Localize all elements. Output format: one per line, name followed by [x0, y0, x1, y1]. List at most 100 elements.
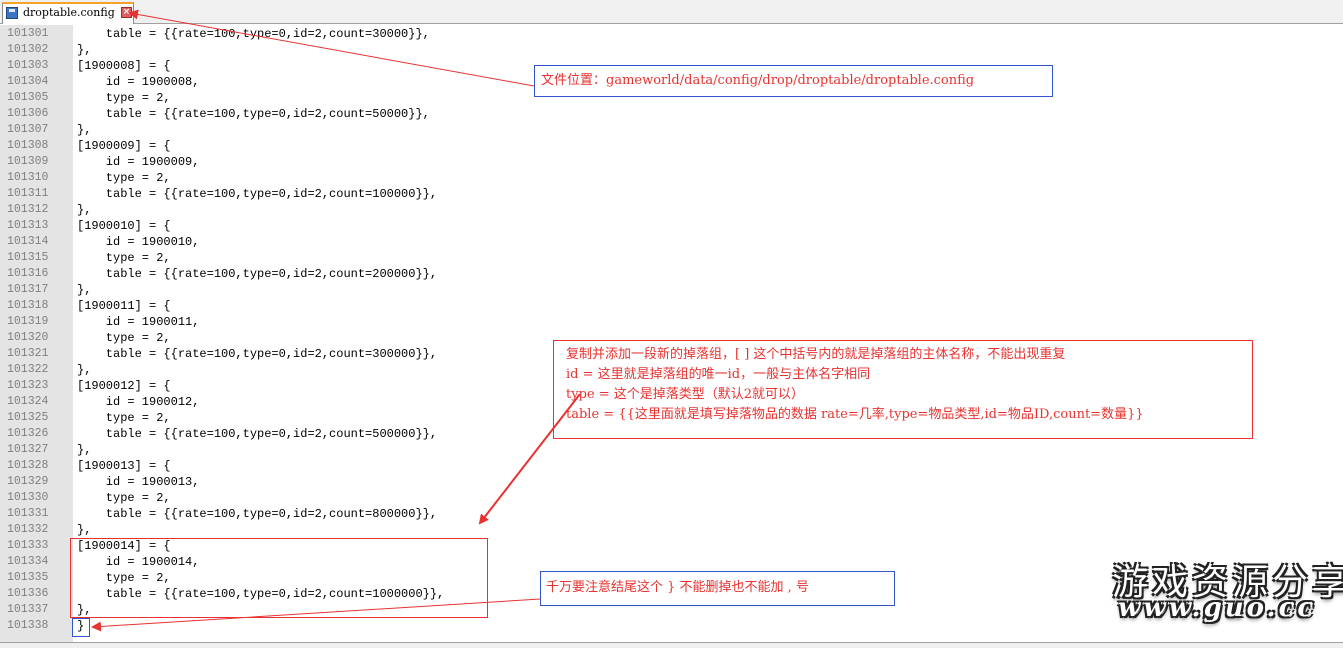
- code-text[interactable]: table = {{rate=100,type=0,id=2,count=500…: [77, 426, 437, 442]
- line-number: 101326: [7, 427, 49, 440]
- explain-line-4: table = {{这里面就是填写掉落物品的数据 rate=几率,type=物品…: [566, 407, 1144, 422]
- code-line[interactable]: 101330 type = 2,: [0, 490, 1343, 506]
- code-text[interactable]: type = 2,: [77, 250, 171, 266]
- code-text[interactable]: type = 2,: [77, 170, 171, 186]
- code-line[interactable]: 101327},: [0, 442, 1343, 458]
- line-number: 101310: [7, 171, 49, 184]
- file-location-callout: 文件位置：gameworld/data/config/drop/droptabl…: [534, 65, 1053, 97]
- line-number: 101320: [7, 331, 49, 344]
- closing-brace-highlight: [72, 618, 90, 637]
- code-line[interactable]: 101306 table = {{rate=100,type=0,id=2,co…: [0, 106, 1343, 122]
- line-number: 101329: [7, 475, 49, 488]
- code-text[interactable]: [1900010] = {: [77, 218, 171, 234]
- code-text[interactable]: type = 2,: [77, 330, 171, 346]
- code-line[interactable]: 101332},: [0, 522, 1343, 538]
- code-text[interactable]: table = {{rate=100,type=0,id=2,count=300…: [77, 26, 430, 42]
- code-text[interactable]: [1900011] = {: [77, 298, 171, 314]
- line-number: 101322: [7, 363, 49, 376]
- code-text[interactable]: [1900009] = {: [77, 138, 171, 154]
- code-line[interactable]: 101329 id = 1900013,: [0, 474, 1343, 490]
- line-number: 101317: [7, 283, 49, 296]
- code-text[interactable]: table = {{rate=100,type=0,id=2,count=800…: [77, 506, 437, 522]
- code-line[interactable]: 101314 id = 1900010,: [0, 234, 1343, 250]
- line-number: 101333: [7, 539, 49, 552]
- line-number: 101309: [7, 155, 49, 168]
- code-text[interactable]: id = 1900012,: [77, 394, 200, 410]
- code-text[interactable]: id = 1900013,: [77, 474, 200, 490]
- code-line[interactable]: 101301 table = {{rate=100,type=0,id=2,co…: [0, 26, 1343, 42]
- line-number: 101325: [7, 411, 49, 424]
- code-text[interactable]: },: [77, 442, 91, 458]
- code-line[interactable]: 101307},: [0, 122, 1343, 138]
- code-text[interactable]: type = 2,: [77, 490, 171, 506]
- status-bar: [0, 642, 1343, 648]
- line-number: 101305: [7, 91, 49, 104]
- line-number: 101312: [7, 203, 49, 216]
- code-line[interactable]: 101312},: [0, 202, 1343, 218]
- code-line[interactable]: 101310 type = 2,: [0, 170, 1343, 186]
- line-number: 101321: [7, 347, 49, 360]
- code-text[interactable]: },: [77, 202, 91, 218]
- code-text[interactable]: [1900008] = {: [77, 58, 171, 74]
- close-icon[interactable]: ×: [121, 7, 132, 18]
- code-line[interactable]: 101309 id = 1900009,: [0, 154, 1343, 170]
- line-number: 101331: [7, 507, 49, 520]
- code-text[interactable]: type = 2,: [77, 90, 171, 106]
- line-number: 101324: [7, 395, 49, 408]
- line-number: 101327: [7, 443, 49, 456]
- line-number: 101303: [7, 59, 49, 72]
- code-text[interactable]: table = {{rate=100,type=0,id=2,count=500…: [77, 106, 430, 122]
- code-text[interactable]: },: [77, 522, 91, 538]
- code-line[interactable]: 101313 [1900010] = {: [0, 218, 1343, 234]
- code-line[interactable]: 101311 table = {{rate=100,type=0,id=2,co…: [0, 186, 1343, 202]
- explain-line-1: 复制并添加一段新的掉落组，[ ] 这个中括号内的就是掉落组的主体名称，不能出现重…: [566, 347, 1066, 362]
- line-number: 101323: [7, 379, 49, 392]
- code-line[interactable]: 101318 [1900011] = {: [0, 298, 1343, 314]
- code-text[interactable]: },: [77, 122, 91, 138]
- watermark-url: www.guo.cc: [1118, 593, 1317, 623]
- code-line[interactable]: 101316 table = {{rate=100,type=0,id=2,co…: [0, 266, 1343, 282]
- line-number: 101306: [7, 107, 49, 120]
- line-number: 101314: [7, 235, 49, 248]
- code-text[interactable]: id = 1900008,: [77, 74, 200, 90]
- code-text[interactable]: table = {{rate=100,type=0,id=2,count=300…: [77, 346, 437, 362]
- code-line[interactable]: 101315 type = 2,: [0, 250, 1343, 266]
- code-text[interactable]: },: [77, 42, 91, 58]
- code-text[interactable]: [1900012] = {: [77, 378, 171, 394]
- line-number: 101302: [7, 43, 49, 56]
- code-line[interactable]: 101308 [1900009] = {: [0, 138, 1343, 154]
- code-text[interactable]: table = {{rate=100,type=0,id=2,count=200…: [77, 266, 437, 282]
- explain-line-2: id = 这里就是掉落组的唯一id，一般与主体名字相同: [566, 367, 871, 382]
- code-line[interactable]: 101328 [1900013] = {: [0, 458, 1343, 474]
- save-icon: [6, 7, 18, 19]
- code-text[interactable]: id = 1900010,: [77, 234, 200, 250]
- file-tab[interactable]: droptable.config ×: [2, 2, 134, 24]
- line-number: 101315: [7, 251, 49, 264]
- line-number: 101338: [7, 619, 49, 632]
- warning-callout: 千万要注意结尾这个 } 不能删掉也不能加 , 号: [540, 571, 895, 606]
- line-number: 101316: [7, 267, 49, 280]
- explain-line-3: type = 这个是掉落类型（默认2就可以）: [566, 387, 805, 402]
- explain-callout: 复制并添加一段新的掉落组，[ ] 这个中括号内的就是掉落组的主体名称，不能出现重…: [553, 340, 1253, 439]
- code-line[interactable]: 101302},: [0, 42, 1343, 58]
- line-number: 101337: [7, 603, 49, 616]
- line-number: 101328: [7, 459, 49, 472]
- line-number: 101311: [7, 187, 49, 200]
- code-text[interactable]: table = {{rate=100,type=0,id=2,count=100…: [77, 186, 437, 202]
- line-number: 101336: [7, 587, 49, 600]
- code-text[interactable]: type = 2,: [77, 410, 171, 426]
- code-line[interactable]: 101319 id = 1900011,: [0, 314, 1343, 330]
- code-line[interactable]: 101331 table = {{rate=100,type=0,id=2,co…: [0, 506, 1343, 522]
- line-number: 101308: [7, 139, 49, 152]
- code-text[interactable]: id = 1900009,: [77, 154, 200, 170]
- code-line[interactable]: 101317},: [0, 282, 1343, 298]
- code-text[interactable]: id = 1900011,: [77, 314, 200, 330]
- code-text[interactable]: [1900013] = {: [77, 458, 171, 474]
- file-location-text: 文件位置：gameworld/data/config/drop/droptabl…: [541, 73, 975, 88]
- line-number: 101304: [7, 75, 49, 88]
- code-text[interactable]: },: [77, 282, 91, 298]
- code-text[interactable]: },: [77, 362, 91, 378]
- line-number: 101301: [7, 27, 49, 40]
- line-number: 101319: [7, 315, 49, 328]
- line-number: 101334: [7, 555, 49, 568]
